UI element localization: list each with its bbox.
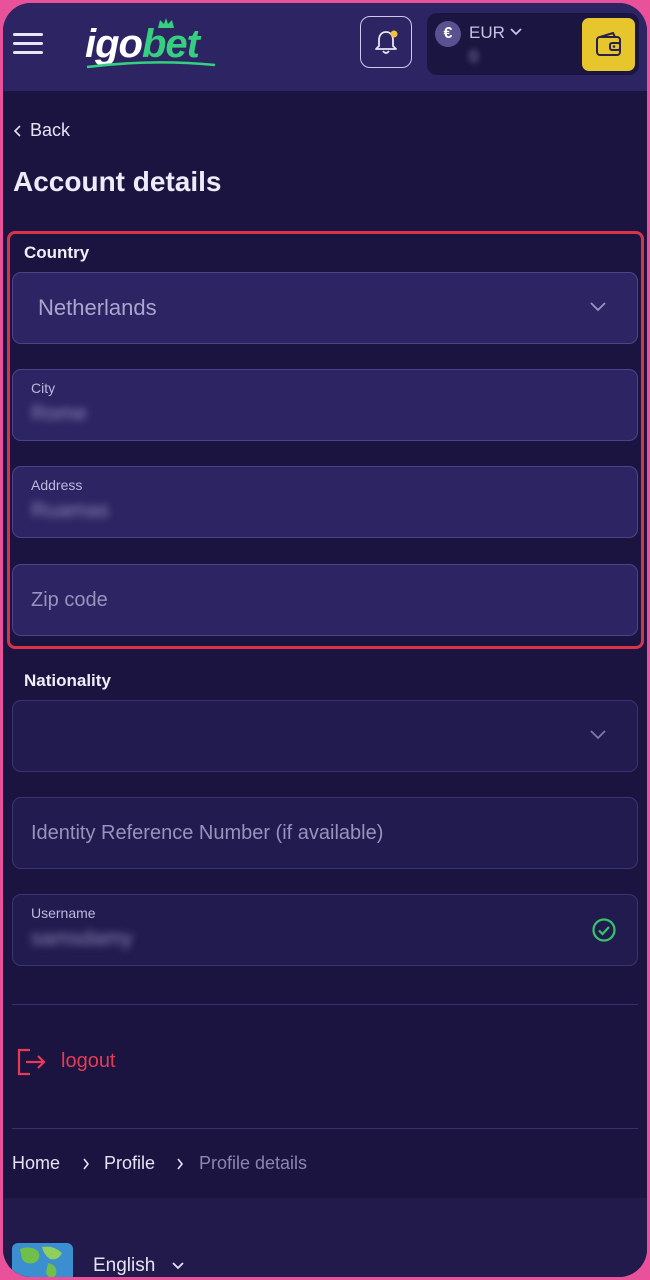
chevron-right-icon [83, 1158, 90, 1170]
crown-icon [158, 18, 174, 28]
world-map-icon [12, 1243, 73, 1277]
country-select[interactable]: Netherlands [12, 272, 638, 344]
username-field[interactable]: Username samsdamy [12, 894, 638, 966]
city-value: Rome [31, 402, 88, 425]
euro-icon: € [435, 21, 461, 47]
username-value: samsdamy [31, 927, 133, 950]
menu-icon[interactable] [13, 29, 45, 59]
logout-icon [17, 1048, 46, 1076]
zip-code-field[interactable]: Zip code [12, 564, 638, 636]
wallet-icon [596, 32, 621, 56]
address-value: Ruamas [31, 499, 110, 522]
logo-swoosh [86, 61, 216, 69]
breadcrumb-current: Profile details [199, 1153, 308, 1173]
divider [12, 1128, 638, 1129]
identity-number-field[interactable]: Identity Reference Number (if available) [12, 797, 638, 869]
breadcrumb-home[interactable]: Home [12, 1153, 60, 1174]
balance-widget[interactable]: € EUR 0 [427, 13, 639, 75]
chevron-down-icon [590, 302, 606, 312]
nationality-label: Nationality [24, 671, 111, 690]
page-title: Account details [13, 166, 222, 197]
country-label: Country [24, 243, 90, 262]
bell-icon [375, 30, 398, 54]
identity-number-placeholder: Identity Reference Number (if available) [31, 822, 384, 844]
check-circle-icon [592, 918, 616, 942]
logo-text-igo: igo [85, 22, 143, 66]
chevron-left-icon [13, 125, 21, 137]
username-label: Username [31, 905, 96, 921]
balance-value: 0 [469, 47, 479, 66]
language-select[interactable]: English [93, 1255, 155, 1277]
logo[interactable]: igobet [85, 18, 235, 69]
notifications-button[interactable] [360, 16, 412, 68]
logout-label: logout [61, 1050, 116, 1072]
chevron-down-icon[interactable] [509, 27, 523, 37]
address-field[interactable]: Address Ruamas [12, 466, 638, 538]
chevron-down-icon [590, 730, 606, 740]
country-value: Netherlands [38, 295, 157, 320]
city-label: City [31, 380, 56, 396]
nationality-select[interactable] [12, 700, 638, 772]
wallet-button[interactable] [582, 18, 635, 71]
top-header: igobet € EUR 0 [3, 3, 647, 91]
chevron-down-icon[interactable] [171, 1261, 185, 1271]
city-field[interactable]: City Rome [12, 369, 638, 441]
divider [12, 1004, 638, 1005]
zip-code-placeholder: Zip code [31, 589, 108, 611]
app-frame: igobet € EUR 0 Back Account details Coun… [3, 3, 647, 1277]
breadcrumb-profile[interactable]: Profile [104, 1153, 155, 1174]
currency-label[interactable]: EUR [469, 23, 505, 43]
address-label: Address [31, 477, 83, 493]
chevron-right-icon [177, 1158, 184, 1170]
footer: English [3, 1198, 647, 1277]
back-label: Back [30, 120, 71, 140]
